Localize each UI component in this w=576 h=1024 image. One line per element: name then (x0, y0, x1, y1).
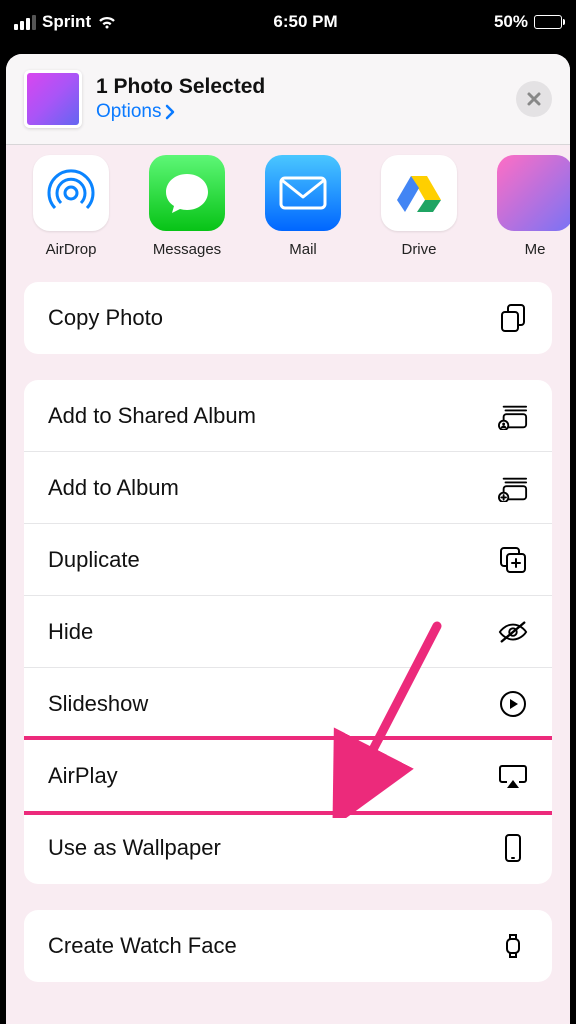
action-group: Add to Shared Album Add to Album Duplica… (24, 380, 552, 884)
hide-icon (498, 617, 528, 647)
app-airdrop[interactable]: AirDrop (28, 155, 114, 258)
action-slideshow[interactable]: Slideshow (24, 668, 552, 740)
airplay-icon (498, 761, 528, 791)
drive-icon (381, 155, 457, 231)
action-label: Add to Album (48, 475, 179, 501)
wifi-icon (97, 15, 117, 30)
action-label: Copy Photo (48, 305, 163, 331)
header-title: 1 Photo Selected (96, 75, 502, 99)
action-label: Use as Wallpaper (48, 835, 221, 861)
action-group: Copy Photo (24, 282, 552, 354)
duplicate-icon (498, 545, 528, 575)
action-label: Hide (48, 619, 93, 645)
close-button[interactable] (516, 81, 552, 117)
app-label: AirDrop (46, 241, 97, 258)
app-label: Drive (401, 241, 436, 258)
action-airplay[interactable]: AirPlay (24, 740, 552, 812)
mail-icon (265, 155, 341, 231)
photo-thumbnail[interactable] (24, 70, 82, 128)
action-label: Create Watch Face (48, 933, 237, 959)
action-duplicate[interactable]: Duplicate (24, 524, 552, 596)
signal-icon (14, 15, 36, 30)
share-sheet: 1 Photo Selected Options AirDrop (6, 54, 570, 1024)
action-copy-photo[interactable]: Copy Photo (24, 282, 552, 354)
chevron-right-icon (165, 104, 175, 120)
app-messenger[interactable]: Me (492, 155, 570, 258)
status-bar: Sprint 6:50 PM 50% (0, 0, 576, 44)
action-create-watch-face[interactable]: Create Watch Face (24, 910, 552, 982)
options-button[interactable]: Options (96, 101, 502, 123)
sheet-header: 1 Photo Selected Options (6, 54, 570, 145)
action-label: Duplicate (48, 547, 140, 573)
action-hide[interactable]: Hide (24, 596, 552, 668)
clock: 6:50 PM (273, 12, 337, 32)
airdrop-icon (33, 155, 109, 231)
action-label: Add to Shared Album (48, 403, 256, 429)
options-label: Options (96, 101, 161, 123)
carrier-label: Sprint (42, 12, 91, 32)
messenger-icon (497, 155, 570, 231)
action-wallpaper[interactable]: Use as Wallpaper (24, 812, 552, 884)
phone-icon (498, 833, 528, 863)
battery-percent: 50% (494, 12, 528, 32)
app-messages[interactable]: Messages (144, 155, 230, 258)
action-group: Create Watch Face (24, 910, 552, 982)
shared-album-icon (498, 401, 528, 431)
action-add-shared-album[interactable]: Add to Shared Album (24, 380, 552, 452)
watch-icon (498, 931, 528, 961)
app-label: Messages (153, 241, 221, 258)
close-icon (526, 91, 542, 107)
app-mail[interactable]: Mail (260, 155, 346, 258)
action-label: Slideshow (48, 691, 148, 717)
copy-icon (498, 303, 528, 333)
battery-icon (534, 15, 562, 29)
app-label: Mail (289, 241, 317, 258)
play-icon (498, 689, 528, 719)
share-apps-row[interactable]: AirDrop Messages Mail Drive Me (6, 145, 570, 282)
messages-icon (149, 155, 225, 231)
app-label: Me (525, 241, 546, 258)
action-add-album[interactable]: Add to Album (24, 452, 552, 524)
app-drive[interactable]: Drive (376, 155, 462, 258)
add-album-icon (498, 473, 528, 503)
action-label: AirPlay (48, 763, 118, 789)
